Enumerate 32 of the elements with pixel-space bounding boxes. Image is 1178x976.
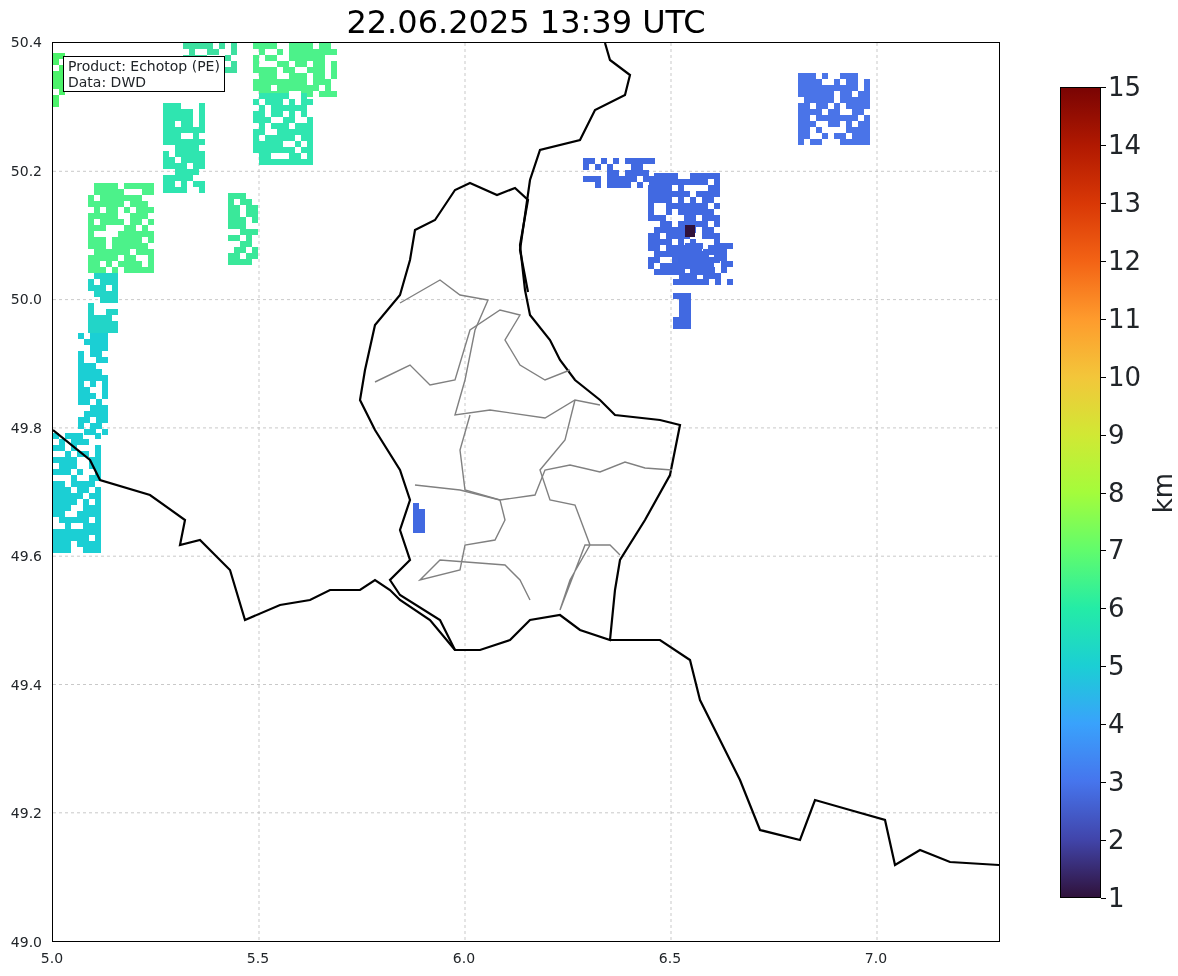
y-tick-label: 50.0: [10, 291, 42, 308]
info-text: Data: DWD: [68, 74, 147, 90]
info-text: Product: Echotop (PE): [68, 58, 220, 74]
colorbar-tick-label: 7: [1108, 536, 1125, 565]
colorbar-tick-label: 10: [1108, 362, 1142, 391]
colorbar-tick-label: 8: [1108, 478, 1125, 507]
y-tick-label: 49.8: [10, 419, 42, 436]
colorbar-tick-label: 11: [1108, 304, 1142, 333]
x-tick-label: 6.5: [658, 950, 682, 966]
x-tick-label: 7.0: [864, 950, 888, 966]
colorbar-tick-label: 15: [1108, 73, 1142, 101]
colorbar-tick-label: 13: [1108, 188, 1142, 217]
colorbar-tick-label: 12: [1108, 246, 1142, 275]
chart-title: 22.06.2025 13:39 UTC: [345, 2, 707, 42]
colorbar-tick-label: 1: [1108, 884, 1125, 912]
y-tick-label: 49.4: [10, 676, 42, 693]
colorbar-tick-label: 14: [1108, 130, 1142, 159]
y-tick-label: 49.6: [10, 548, 42, 565]
y-tick-label: 50.4: [10, 34, 42, 50]
colorbar-tick-label: 5: [1108, 652, 1125, 681]
x-tick-label: 5.5: [246, 950, 270, 966]
y-tick-label: 49.0: [10, 934, 42, 950]
y-tick-label: 49.2: [10, 805, 42, 822]
colorbar-tick-label: 6: [1108, 594, 1125, 623]
colorbar-tick-label: 4: [1108, 710, 1125, 739]
colorbar-tick-label: 2: [1108, 826, 1125, 855]
colorbar-tick-label: 3: [1108, 768, 1125, 797]
x-tick-label: 6.0: [452, 950, 476, 966]
y-tick-label: 50.2: [10, 162, 42, 179]
colorbar-label: km: [1148, 472, 1178, 514]
colorbar-tick-label: 9: [1108, 420, 1125, 449]
x-tick-label: 5.0: [40, 950, 64, 966]
